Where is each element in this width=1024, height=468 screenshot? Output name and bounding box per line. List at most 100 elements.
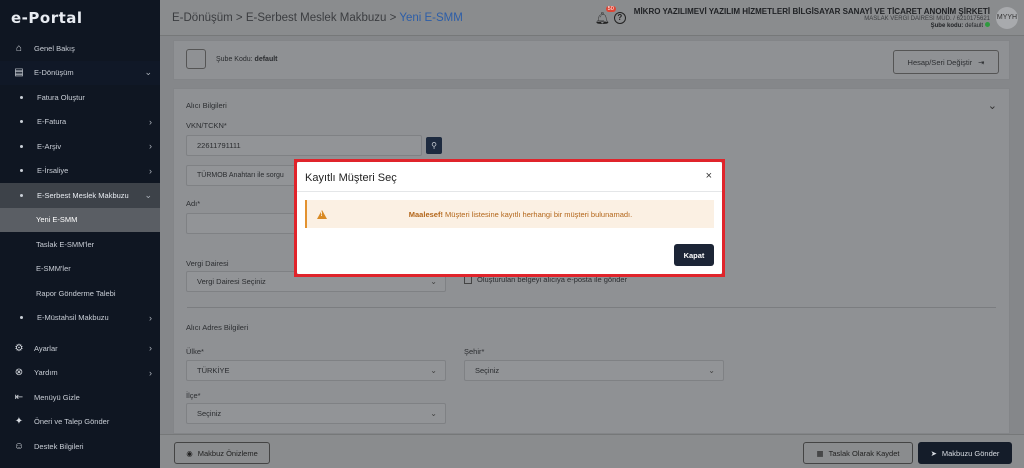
collapse-menu-icon: ⇤	[14, 391, 24, 403]
sidebar-item-genel-bakis[interactable]: ⌂ Genel Bakış	[0, 36, 160, 61]
avatar[interactable]: MYYH	[996, 6, 1018, 29]
district-label: İlçe*	[186, 391, 201, 400]
sidebar-item-label: Öneri ve Talep Gönder	[34, 417, 110, 427]
exit-icon: ⇥	[978, 57, 985, 67]
sidebar-item-label: Menüyü Gizle	[34, 392, 80, 402]
bullet-icon	[20, 120, 23, 124]
help-icon[interactable]: ?	[613, 11, 626, 24]
breadcrumb-item-e-donusum[interactable]: E-Dönüşüm	[172, 12, 233, 24]
checkbox-box[interactable]	[464, 275, 472, 284]
district-select[interactable]: Seçiniz ⌄	[186, 403, 446, 424]
sidebar-item-taslak-e-smm[interactable]: Taslak E-SMM'ler	[0, 232, 160, 257]
sidebar-item-e-arsiv[interactable]: E-Arşiv ›	[0, 134, 160, 159]
sidebar-item-e-fatura[interactable]: E-Fatura ›	[0, 110, 160, 135]
sidebar-item-label: Genel Bakış	[34, 43, 75, 53]
city-select[interactable]: Seçiniz ⌄	[464, 360, 724, 381]
country-label: Ülke*	[186, 347, 204, 356]
breadcrumb-item-e-smm[interactable]: E-Serbest Meslek Makbuzu	[246, 12, 387, 24]
close-button[interactable]: Kapat	[674, 244, 714, 266]
branch-code-label: Şube Kodu:	[216, 56, 253, 63]
city-value: Seçiniz	[475, 366, 500, 375]
eye-icon: ◉	[186, 448, 193, 458]
sidebar-item-label: E-İrsaliye	[37, 166, 69, 176]
section-title-adres: Alıcı Adres Bilgileri	[186, 323, 249, 332]
breadcrumb-separator: >	[232, 11, 246, 24]
notification-badge: 50	[605, 5, 616, 12]
name-input[interactable]	[186, 213, 296, 234]
sidebar-item-label: E-Fatura	[37, 117, 67, 127]
top-header: E-Dönüşüm > E-Serbest Meslek Makbuzu > Y…	[160, 0, 1024, 36]
sidebar-item-e-serbest-meslek-makbuzu[interactable]: E-Serbest Meslek Makbuzu ⌄	[0, 183, 160, 208]
search-icon[interactable]: ⚲	[426, 137, 442, 154]
sidebar-item-yardim[interactable]: ⊗ Yardım ›	[0, 361, 160, 386]
sidebar-item-rapor-gonderme-talebi[interactable]: Rapor Gönderme Talebi	[0, 281, 160, 306]
support-icon: ☺	[13, 440, 25, 452]
save-draft-button[interactable]: ▦ Taslak Olarak Kaydet	[803, 442, 913, 464]
sidebar-item-e-donusum[interactable]: ▤ E-Dönüşüm ⌄	[0, 60, 160, 85]
branch-label: Şube kodu:	[930, 22, 964, 29]
bullet-icon	[20, 144, 23, 148]
bullet-icon	[20, 193, 23, 197]
breadcrumb-separator: >	[386, 11, 400, 24]
branch-card: Şube Kodu: default Hesap/Seri Değiştir ⇥	[173, 40, 1010, 80]
tax-office-select[interactable]: Vergi Dairesi Seçiniz ⌄	[186, 271, 446, 292]
lifebuoy-icon: ⊗	[14, 367, 24, 379]
sidebar-item-ayarlar[interactable]: ⚙ Ayarlar ›	[0, 336, 160, 361]
send-receipt-label: Makbuzu Gönder	[941, 448, 1000, 458]
email-send-checkbox[interactable]: Oluşturulan belgeyi alıcıya e-posta ile …	[464, 275, 627, 284]
tax-office-value: Vergi Dairesi Seçiniz	[197, 277, 266, 286]
email-send-label: Oluşturulan belgeyi alıcıya e-posta ile …	[477, 275, 628, 284]
warning-alert: ! Maalesef! Müşteri listesine kayıtlı he…	[305, 200, 714, 228]
section-title-alici: Alıcı Bilgileri	[186, 101, 227, 110]
sidebar-item-label: E-Arşiv	[37, 141, 62, 151]
breadcrumb: E-Dönüşüm > E-Serbest Meslek Makbuzu > Y…	[160, 12, 595, 24]
close-icon[interactable]: ×	[706, 170, 712, 182]
sidebar-item-label: Taslak E-SMM'ler	[36, 239, 95, 249]
send-receipt-button[interactable]: ➤ Makbuzu Gönder	[918, 442, 1012, 464]
lightbulb-icon: ✦	[14, 416, 24, 428]
country-select[interactable]: TÜRKİYE ⌄	[186, 360, 446, 381]
building-icon	[186, 49, 206, 69]
section-divider	[187, 307, 996, 308]
save-draft-icon: ▦	[816, 448, 824, 458]
change-account-button[interactable]: Hesap/Seri Değiştir ⇥	[893, 50, 999, 74]
document-icon: ▤	[14, 67, 24, 79]
sidebar-item-label: Destek Bilgileri	[34, 441, 84, 451]
sidebar-item-e-smm-ler[interactable]: E-SMM'ler	[0, 257, 160, 282]
sidebar-item-label: E-Müstahsil Makbuzu	[37, 313, 109, 323]
district-value: Seçiniz	[197, 409, 222, 418]
receipt-preview-button[interactable]: ◉ Makbuz Önizleme	[174, 442, 270, 464]
sidebar-item-e-irsaliye[interactable]: E-İrsaliye ›	[0, 159, 160, 184]
branch-info: Şube kodu: default	[634, 21, 990, 29]
receipt-preview-label: Makbuz Önizleme	[197, 448, 258, 458]
sidebar-item-label: E-Serbest Meslek Makbuzu	[37, 190, 129, 200]
bottom-action-bar: ◉ Makbuz Önizleme ▦ Taslak Olarak Kaydet ➤…	[160, 434, 1024, 468]
sidebar-item-menuyu-gizle[interactable]: ⇤ Menüyü Gizle	[0, 385, 160, 410]
vkn-input[interactable]: 22611791111	[186, 135, 422, 156]
chevron-down-icon: ⌄	[430, 277, 437, 286]
chevron-right-icon: ›	[149, 312, 152, 323]
header-icons: 🔔︎ 50 ?	[595, 5, 626, 25]
chevron-down-icon: ⌄	[430, 409, 437, 418]
chevron-down-icon[interactable]: ⌄	[988, 99, 997, 112]
chevron-down-icon: ⌄	[144, 67, 152, 78]
notification-bell-icon[interactable]: 🔔︎ 50	[595, 5, 616, 25]
vkn-label: VKN/TCKN*	[186, 121, 227, 130]
modal-divider	[297, 191, 722, 192]
sidebar-item-e-mustahsil-makbuzu[interactable]: E-Müstahsil Makbuzu ›	[0, 306, 160, 331]
sidebar-item-label: Yeni E-SMM	[36, 215, 78, 225]
gear-icon: ⚙	[14, 342, 24, 354]
sidebar-item-label: E-SMM'ler	[36, 264, 71, 274]
sidebar: e-Portal ⌂ Genel Bakış ▤ E-Dönüşüm ⌄ Fat…	[0, 0, 160, 468]
bullet-icon	[20, 95, 23, 99]
sidebar-item-yeni-e-smm[interactable]: Yeni E-SMM	[0, 207, 160, 232]
chevron-down-icon: ⌄	[430, 366, 437, 375]
sidebar-item-oneri-talep[interactable]: ✦ Öneri ve Talep Gönder	[0, 410, 160, 435]
sidebar-item-destek-bilgileri[interactable]: ☺ Destek Bilgileri	[0, 434, 160, 459]
chevron-right-icon: ›	[149, 116, 152, 127]
turmob-query-button[interactable]: TÜRMOB Anahtarı ile sorgu	[186, 165, 306, 186]
sidebar-item-fatura-olustur[interactable]: Fatura Oluştur	[0, 85, 160, 110]
alert-bold-text: Maalesef!	[408, 209, 443, 219]
sidebar-item-label: Ayarlar	[34, 343, 58, 353]
bullet-icon	[20, 316, 23, 320]
